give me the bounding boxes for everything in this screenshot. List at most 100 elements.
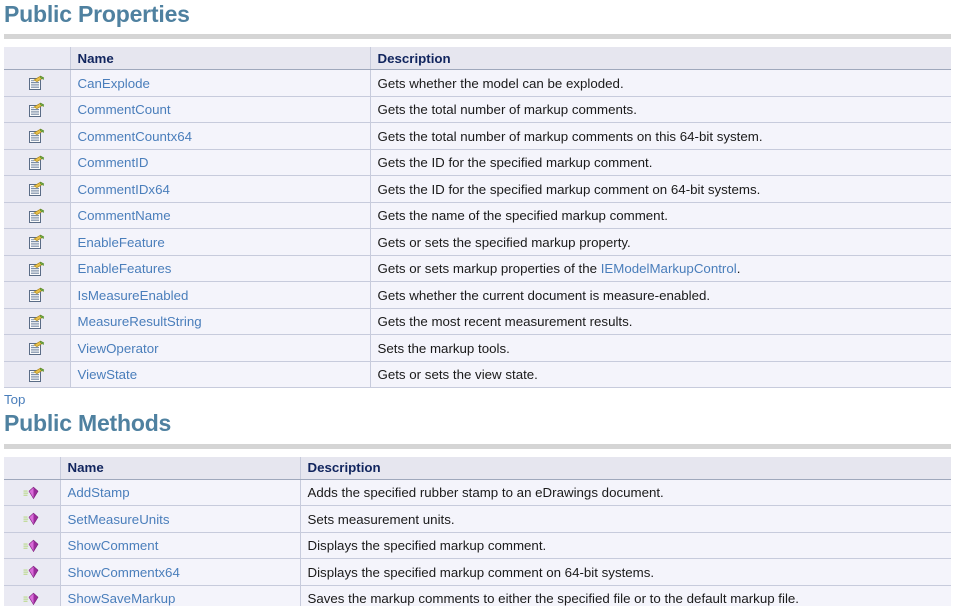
property-name-cell[interactable]: IsMeasureEnabled <box>69 281 370 309</box>
method-icon-cell <box>4 505 60 533</box>
property-name-cell[interactable]: CommentCountx64 <box>69 122 370 150</box>
method-link[interactable]: SetMeasureUnits <box>68 512 170 527</box>
method-icon <box>23 485 40 501</box>
property-icon-cell <box>4 281 70 309</box>
property-name-cell[interactable]: CommentIDx64 <box>69 175 370 203</box>
property-icon-cell <box>4 361 70 389</box>
property-description-cell: Gets whether the model can be exploded. <box>369 69 951 97</box>
method-link[interactable]: ShowSaveMarkup <box>68 591 176 606</box>
property-link[interactable]: CommentCount <box>78 102 171 117</box>
property-icon <box>28 340 45 356</box>
column-header-icon <box>4 47 70 71</box>
method-link[interactable]: ShowComment <box>68 538 159 553</box>
table-row: ViewState Gets or sets the view state. <box>4 361 951 389</box>
property-description-cell: Sets the markup tools. <box>369 334 951 362</box>
property-link[interactable]: CommentCountx64 <box>78 129 193 144</box>
method-description-cell: Sets measurement units. <box>299 505 951 533</box>
method-description-cell: Displays the specified markup comment. <box>299 532 951 560</box>
property-description: Gets the total number of markup comments… <box>377 102 637 118</box>
column-header-name: Name <box>69 47 370 71</box>
method-name-cell[interactable]: ShowComment <box>59 532 300 560</box>
method-icon <box>23 511 40 527</box>
property-icon <box>28 181 45 197</box>
table-row: SetMeasureUnits Sets measurement units. <box>4 505 951 533</box>
method-name-cell[interactable]: AddStamp <box>59 479 300 507</box>
property-icon <box>28 314 45 330</box>
property-link[interactable]: CommentName <box>78 208 171 223</box>
table-row: AddStamp Adds the specified rubber stamp… <box>4 479 951 507</box>
table-row: ShowCommentx64 Displays the specified ma… <box>4 558 951 586</box>
property-link[interactable]: MeasureResultString <box>78 314 202 329</box>
property-name-cell[interactable]: ViewState <box>69 361 370 389</box>
method-icon <box>23 591 40 606</box>
property-icon <box>28 75 45 91</box>
method-description-cell: Displays the specified markup comment on… <box>299 558 951 586</box>
property-link[interactable]: CanExplode <box>78 76 150 91</box>
property-icon <box>28 155 45 171</box>
method-description: Sets measurement units. <box>307 511 455 527</box>
property-icon <box>28 287 45 303</box>
property-description-cell: Gets or sets the specified markup proper… <box>369 228 951 256</box>
property-icon <box>28 208 45 224</box>
table-row: ShowSaveMarkup Saves the markup comments… <box>4 585 951 606</box>
property-icon-cell <box>4 122 70 150</box>
property-description: Gets the ID for the specified markup com… <box>377 181 761 197</box>
property-link[interactable]: ViewOperator <box>78 341 159 356</box>
top-link-properties[interactable]: Top <box>0 388 955 409</box>
table-row: EnableFeature Gets or sets the specified… <box>4 228 951 256</box>
property-name-cell[interactable]: CommentID <box>69 149 370 177</box>
property-name-cell[interactable]: CommentCount <box>69 96 370 124</box>
table-header-row: Name Description <box>4 456 951 480</box>
method-link[interactable]: AddStamp <box>68 485 130 500</box>
method-icon-cell <box>4 585 60 606</box>
property-name-cell[interactable]: CommentName <box>69 202 370 230</box>
method-description-cell: Saves the markup comments to either the … <box>299 585 951 606</box>
property-name-cell[interactable]: ViewOperator <box>69 334 370 362</box>
property-link[interactable]: EnableFeature <box>78 235 165 250</box>
property-icon-cell <box>4 175 70 203</box>
property-icon-cell <box>4 202 70 230</box>
method-name-cell[interactable]: ShowSaveMarkup <box>59 585 300 606</box>
property-icon-cell <box>4 255 70 283</box>
property-description-cell: Gets the ID for the specified markup com… <box>369 149 951 177</box>
table-row: CanExplode Gets whether the model can be… <box>4 69 951 97</box>
method-name-cell[interactable]: ShowCommentx64 <box>59 558 300 586</box>
property-description-cell: Gets whether the current document is mea… <box>369 281 951 309</box>
property-icon-cell <box>4 228 70 256</box>
method-icon <box>23 538 40 554</box>
property-description-cell: Gets or sets markup properties of the IE… <box>369 255 951 283</box>
method-icon <box>23 564 40 580</box>
method-description: Displays the specified markup comment. <box>307 538 547 554</box>
property-name-cell[interactable]: EnableFeatures <box>69 255 370 283</box>
method-icon-cell <box>4 479 60 507</box>
public-methods-rows: AddStamp Adds the specified rubber stamp… <box>4 479 951 606</box>
property-link[interactable]: ViewState <box>78 367 138 382</box>
method-description: Displays the specified markup comment on… <box>307 564 655 580</box>
property-name-cell[interactable]: EnableFeature <box>69 228 370 256</box>
property-icon-cell <box>4 308 70 336</box>
table-row: ViewOperator Sets the markup tools. <box>4 334 951 362</box>
property-description-cell: Gets the total number of markup comments… <box>369 96 951 124</box>
property-description-cell: Gets the ID for the specified markup com… <box>369 175 951 203</box>
property-icon-cell <box>4 334 70 362</box>
property-link[interactable]: EnableFeatures <box>78 261 172 276</box>
property-description: Gets the most recent measurement results… <box>377 314 633 330</box>
property-icon <box>28 261 45 277</box>
table-row: CommentName Gets the name of the specifi… <box>4 202 951 230</box>
table-row: MeasureResultString Gets the most recent… <box>4 308 951 336</box>
heading-divider-methods <box>4 443 951 449</box>
page-title-public-methods: Public Methods <box>4 410 172 437</box>
method-name-cell[interactable]: SetMeasureUnits <box>59 505 300 533</box>
property-description: Gets whether the model can be exploded. <box>377 75 624 91</box>
method-icon-cell <box>4 532 60 560</box>
property-description-link[interactable]: IEModelMarkupControl <box>601 261 737 276</box>
method-description: Saves the markup comments to either the … <box>307 591 800 606</box>
property-name-cell[interactable]: CanExplode <box>69 69 370 97</box>
column-header-description: Description <box>369 47 951 71</box>
property-link[interactable]: CommentID <box>78 155 149 170</box>
property-description-cell: Gets or sets the view state. <box>369 361 951 389</box>
property-name-cell[interactable]: MeasureResultString <box>69 308 370 336</box>
method-link[interactable]: ShowCommentx64 <box>68 565 180 580</box>
property-link[interactable]: IsMeasureEnabled <box>78 288 189 303</box>
property-link[interactable]: CommentIDx64 <box>78 182 170 197</box>
